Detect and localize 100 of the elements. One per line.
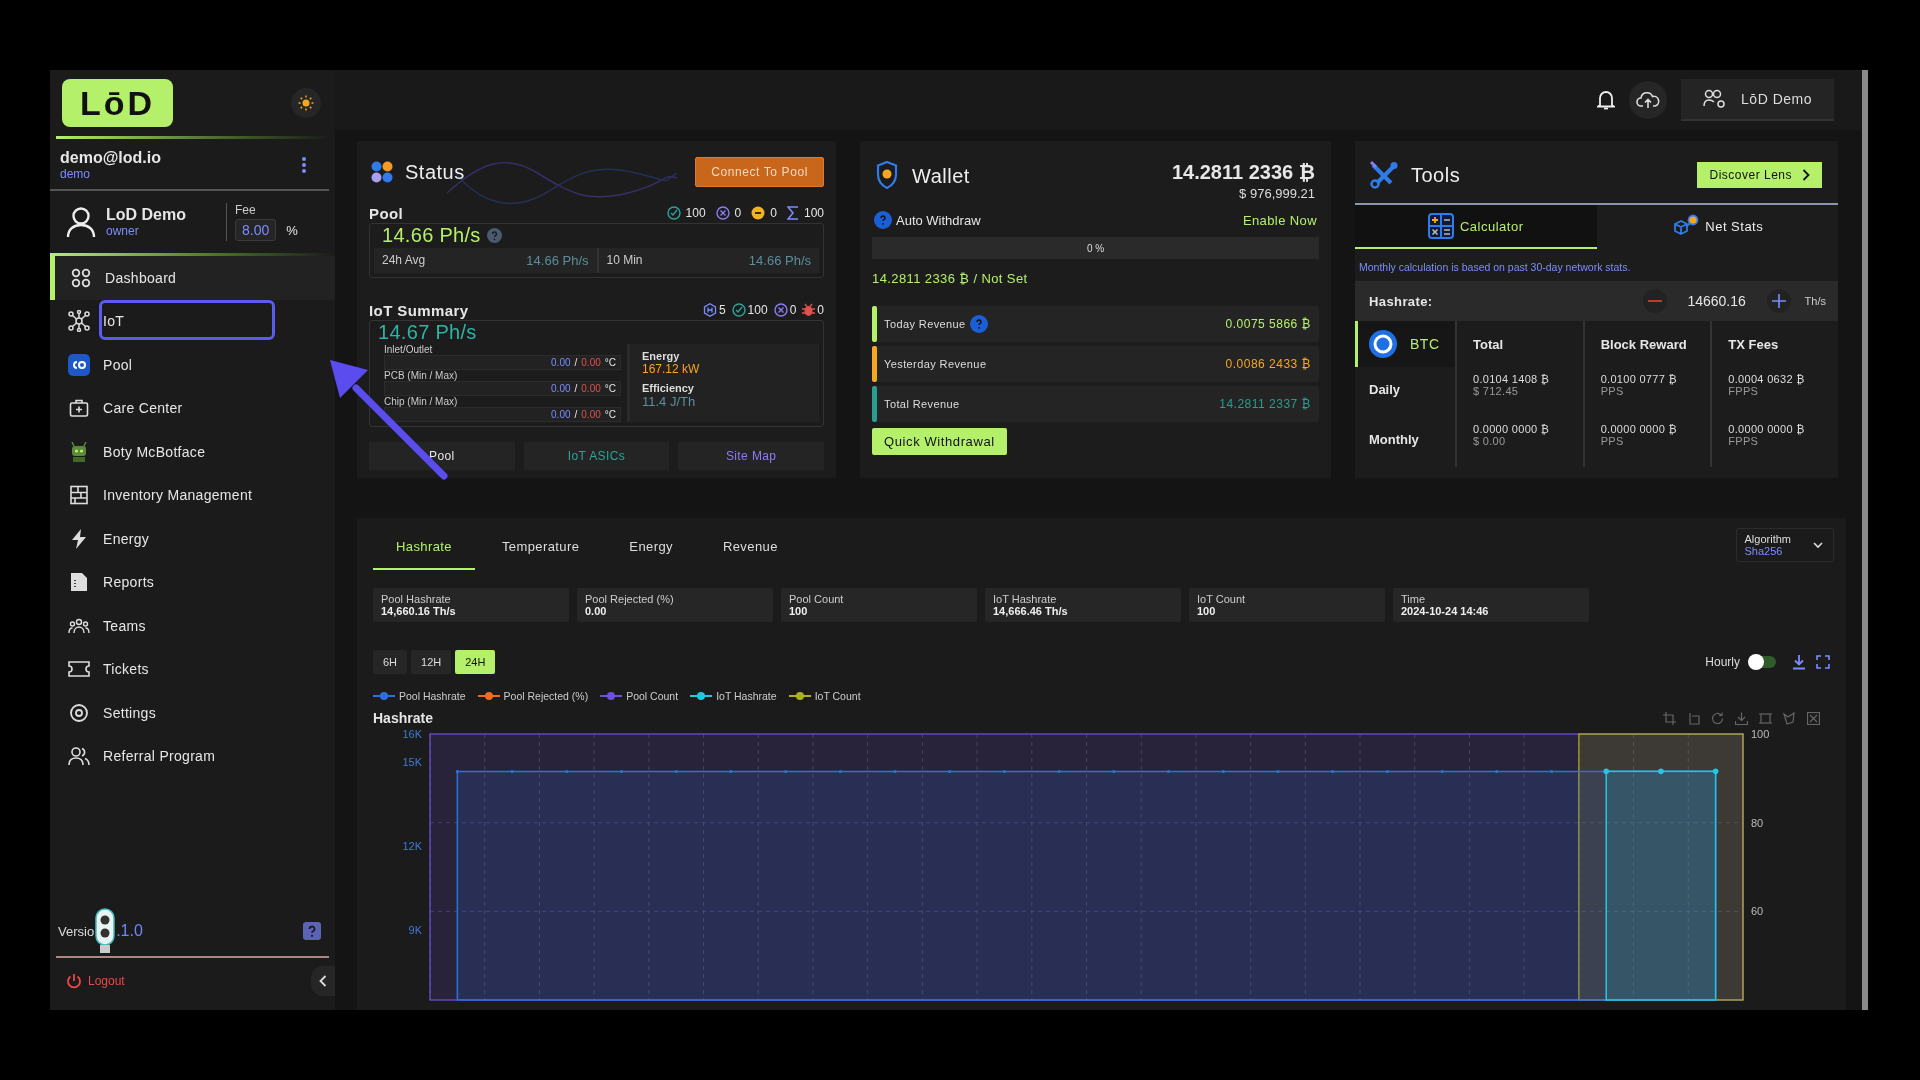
link-button[interactable]: Site Map	[678, 442, 824, 470]
chevron-right-icon	[1802, 169, 1810, 181]
download-icon[interactable]	[1792, 654, 1806, 670]
count-value: 0	[817, 303, 824, 317]
table-cell-text: 0.0004 0632 ₿	[1728, 373, 1806, 385]
chart-tab[interactable]: Hashrate	[373, 526, 475, 570]
lasso-icon[interactable]	[1783, 711, 1796, 725]
data-point	[1658, 768, 1664, 775]
tool-tab[interactable]: Calculator	[1355, 205, 1597, 249]
hashrate-field[interactable]: 14660.16	[1680, 293, 1753, 309]
logout-link[interactable]: Logout	[66, 973, 125, 989]
hourly-switch[interactable]	[1750, 656, 1776, 668]
card-title: Status	[405, 160, 465, 184]
fullscreen-icon[interactable]	[1816, 655, 1830, 669]
nav-item[interactable]: Referral Program	[50, 734, 335, 778]
legend-item[interactable]: IoT Hashrate	[690, 690, 777, 702]
undo-crop-icon[interactable]	[1687, 711, 1700, 725]
count-value: 0	[770, 206, 777, 220]
separator: /	[574, 357, 578, 368]
help-icon[interactable]	[874, 211, 892, 229]
data-point	[1002, 769, 1007, 774]
tool-tab[interactable]: Net Stats	[1596, 205, 1838, 249]
table-cell-text: 0.0000 0000 ₿	[1728, 423, 1806, 435]
temperature-label: Inlet/Outlet	[384, 344, 434, 355]
minus-circle-icon	[751, 206, 766, 220]
link-button[interactable]: Pool	[369, 442, 515, 470]
profile-role: owner	[106, 224, 140, 238]
help-icon[interactable]	[969, 315, 988, 333]
table-cell-text: $ 712.45	[1473, 385, 1520, 397]
quick-withdrawal-button[interactable]: Quick Withdrawal	[872, 428, 1007, 455]
crop-icon[interactable]	[1663, 711, 1676, 725]
enable-now-link[interactable]: Enable Now	[1242, 212, 1317, 228]
logo[interactable]: LōD	[62, 79, 174, 127]
temperature-label: Chip (Min / Max)	[384, 396, 459, 407]
scrollbar[interactable]	[1862, 70, 1868, 1010]
stat-value: 0.00	[585, 605, 608, 617]
decrease-button[interactable]	[1642, 289, 1667, 313]
nav-item[interactable]: Tickets	[50, 647, 335, 691]
axis-tick-label: 100	[1751, 728, 1770, 740]
temperature-max: 0.00	[581, 357, 601, 368]
document-icon	[70, 572, 88, 593]
link-button[interactable]: IoT ASICs	[523, 442, 670, 470]
nav-item[interactable]: Reports	[50, 560, 335, 604]
bell-icon[interactable]	[1597, 90, 1616, 110]
more-menu-icon[interactable]	[301, 156, 307, 174]
temperature-max: 0.00	[581, 383, 601, 394]
axis-tick-label: 60	[1751, 905, 1764, 918]
range-button[interactable]: 24H	[455, 650, 496, 674]
data-point	[1712, 768, 1719, 775]
grid-icon	[71, 267, 91, 288]
avg-value: 14.66 Ph/s	[526, 253, 589, 268]
energy-value: 167.12 kW	[642, 362, 701, 376]
temperature-label: PCB (Min / Max)	[384, 370, 459, 381]
nav-item[interactable]: Boty McBotface	[50, 430, 335, 474]
shelves-icon	[69, 485, 89, 506]
nav-item[interactable]: Care Center	[50, 386, 335, 430]
user-icon	[66, 206, 96, 238]
clear-selection-icon[interactable]	[1807, 711, 1820, 725]
legend-item[interactable]: Pool Rejected (%)	[477, 690, 589, 702]
nav-item[interactable]: Dashboard	[50, 256, 335, 300]
discover-lens-button[interactable]: Discover Lens	[1697, 162, 1822, 188]
rectangle-select-icon[interactable]	[1759, 711, 1772, 725]
users-gear-icon	[1703, 89, 1728, 109]
theme-toggle-button[interactable]	[291, 88, 321, 118]
nav-item[interactable]: Inventory Management	[50, 473, 335, 517]
fee-field[interactable]: 8.00	[235, 219, 277, 241]
legend-item[interactable]: IoT Count	[788, 690, 861, 702]
recent-label: 10 Min	[606, 253, 643, 268]
axis-tick-label: 9K	[408, 924, 422, 936]
stat-value: 14,666.46 Th/s	[993, 605, 1069, 617]
temperature-unit: °C	[604, 383, 616, 394]
row-header: Daily	[1368, 381, 1402, 399]
chart-tab[interactable]: Energy	[606, 526, 696, 570]
save-image-icon[interactable]	[1735, 711, 1748, 725]
range-button[interactable]: 6H	[373, 650, 408, 674]
collapse-button[interactable]	[311, 966, 335, 996]
increase-button[interactable]	[1766, 289, 1791, 313]
version-number: .1.0	[116, 922, 143, 940]
algorithm-dropdown[interactable]: Algorithm Sha256	[1735, 528, 1834, 562]
revenue-value: 0.0086 2433 ₿	[1225, 357, 1311, 371]
chart-tab[interactable]: Revenue	[699, 526, 801, 570]
nav-item[interactable]: Pool	[50, 343, 335, 387]
help-icon[interactable]	[303, 922, 321, 940]
section-title: IoT Summary	[369, 301, 469, 319]
nav-item[interactable]: Teams	[50, 604, 335, 648]
column-header: Total	[1455, 321, 1583, 367]
nav-item[interactable]: Settings	[50, 691, 335, 735]
nav-item[interactable]: Energy	[50, 517, 335, 561]
legend-item[interactable]: Pool Count	[600, 690, 679, 702]
upload-button[interactable]	[1629, 81, 1668, 119]
refresh-icon[interactable]	[1711, 711, 1724, 725]
help-icon[interactable]	[486, 228, 502, 243]
chart-tab[interactable]: Temperature	[478, 526, 603, 570]
hourly-label: Hourly	[1705, 655, 1740, 669]
range-button[interactable]: 12H	[411, 650, 452, 674]
version-label: Versio	[58, 923, 95, 939]
legend-item[interactable]: Pool Hashrate	[373, 690, 466, 702]
nav-item[interactable]: IoT	[50, 299, 335, 343]
user-menu-button[interactable]: LōD Demo	[1681, 79, 1834, 121]
count-value: 100	[747, 303, 768, 317]
